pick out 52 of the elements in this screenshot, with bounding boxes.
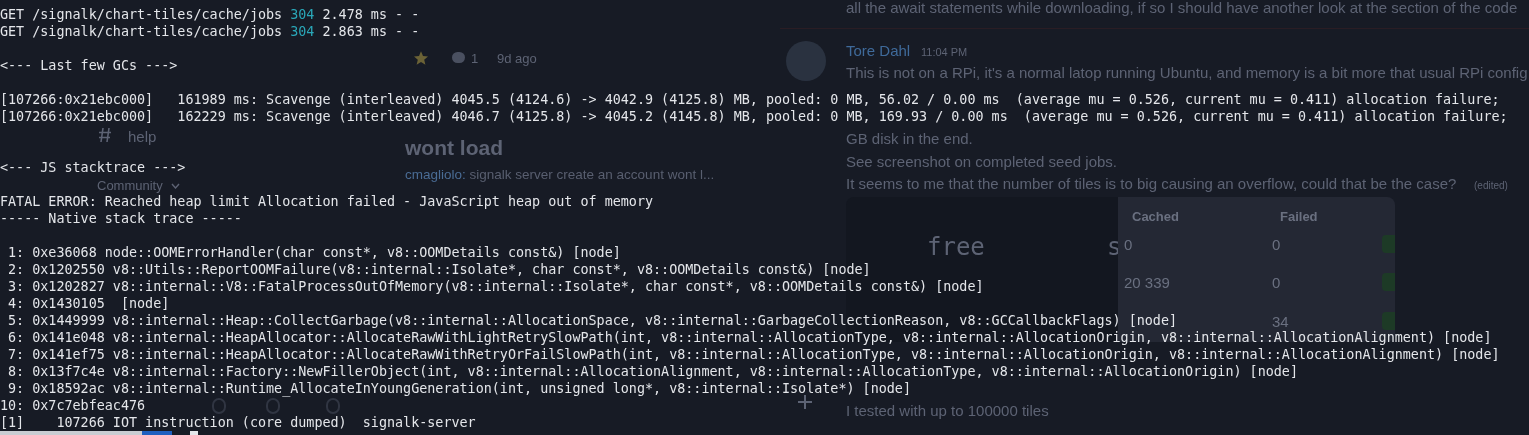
log-line: <--- JS stacktrace ---> xyxy=(0,158,186,176)
log-line: ----- Native stack trace ----- xyxy=(0,209,242,227)
table-cell-text: 0 xyxy=(1272,235,1281,255)
attachment-text: free xyxy=(927,232,985,263)
log-line: 3: 0x1202827 v8::internal::V8::FatalProcessOutOfMemory(v8::internal::Isolate*, char const*, v8::OOMDetails const&) [node] xyxy=(7,277,984,295)
category-label[interactable]: Community xyxy=(97,176,163,196)
log-line: 6: 0x141e048 v8::internal::HeapAllocator::AllocateRawWithLightRetrySlowPath(int, v8::internal::AllocationType, v8::internal::AllocationOrigin, v8::internal::AllocationAlignment) [node] xyxy=(7,328,1492,346)
log-line: GET /signalk/chart-tiles/cache/jobs 304 2.478 ms - - xyxy=(0,5,420,23)
channel-name[interactable]: help xyxy=(128,126,157,149)
log-line: 2: 0x1202550 v8::Utils::ReportOOMFailure(v8::internal::Isolate*, char const*, v8::OOMDetails const&) [node] xyxy=(7,260,871,278)
star-icon xyxy=(413,50,429,66)
message-text: all the await statements while downloading, if so I should have another look at the section of the code xyxy=(846,0,1518,18)
log-line: 10: 0x7c7ebfeac476 xyxy=(0,397,146,414)
add-icon[interactable] xyxy=(797,394,813,410)
table-cell-text: 0 xyxy=(1124,235,1133,255)
table-cell-text: 0 xyxy=(1272,273,1281,293)
log-line: GET /signalk/chart-tiles/cache/jobs 304 2.863 ms - - xyxy=(0,22,420,40)
hash-icon xyxy=(98,127,112,143)
post-title[interactable]: wont load xyxy=(405,132,503,164)
log-line: 5: 0x1449999 v8::internal::Heap::CollectGarbage(v8::internal::AllocationSpace, v8::internal::GarbageCollectionReason, v8::GCCallbackFlags) [node] xyxy=(7,311,1178,329)
column-header: Cached xyxy=(1132,208,1179,226)
username: Tore Dahl xyxy=(846,41,911,61)
edited-label: (edited) xyxy=(1474,179,1508,193)
cursor xyxy=(190,431,198,435)
timestamp: 11:04 PM xyxy=(921,45,968,60)
table-cell-text: 34 xyxy=(1272,312,1289,331)
message-text: GB disk in the end. xyxy=(846,129,973,149)
column-header: Failed xyxy=(1280,208,1318,226)
status-pill xyxy=(1382,273,1395,291)
log-line: 7: 0x141ef75 v8::internal::HeapAllocator::AllocateRawWithRetryOrFailSlowPath(int, v8::internal::AllocationType, v8::internal::AllocationOrigin, v8::internal::AllocationAlignment) [node] xyxy=(7,345,1500,363)
log-line: [107266:0x21ebc000] 161989 ms: Scavenge (interleaved) 4045.5 (4124.6) -> 4042.9 (4125.8) MB, pooled: 0 MB, 56.02 / 0.00 ms (average mu = 0.526, current mu = 0.411) allocation failure; xyxy=(0,90,1500,108)
comment-count: 1 xyxy=(471,50,479,68)
log-line: 4: 0x1430105 [node] xyxy=(7,294,170,312)
log-line: [1] 107266 IOT instruction (core dumped) signalk-server xyxy=(0,413,476,431)
log-line: 9: 0x18592ac v8::internal::Runtime_AllocateInYoungGeneration(int, unsigned long*, v8::internal::Isolate*) [node] xyxy=(7,379,911,397)
table-cell-text: 20 339 xyxy=(1124,273,1170,293)
message-text: See screenshot on completed seed jobs. xyxy=(846,152,1117,172)
message-text: It seems to me that the number of tiles is to big causing an overflow, could that be the case? xyxy=(846,174,1457,194)
post-preview: cmagliolo: signalk server create an account wont l... xyxy=(405,166,715,184)
comment-icon xyxy=(452,52,465,63)
log-line: [107266:0x21ebc000] 162229 ms: Scavenge (interleaved) 4046.7 (4125.8) -> 4045.2 (4145.8) MB, pooled: 0 MB, 169.93 / 0.00 ms (average mu = 0.526, current mu = 0.411) allocation failure; xyxy=(0,107,1508,125)
log-line: 1: 0xe36068 node::OOMErrorHandler(char const*, v8::OOMDetails const&) [node] xyxy=(7,243,621,261)
message-input[interactable]: I tested with up to 100000 tiles xyxy=(846,400,1049,423)
chevron-icon xyxy=(171,183,180,189)
avatar xyxy=(786,41,826,81)
log-line: <--- Last few GCs ---> xyxy=(0,56,178,74)
message-text: This is not on a RPi, it's a normal latop running Ubuntu, and memory is a bit more that usual RPi config xyxy=(846,63,1528,83)
status-pill xyxy=(1382,235,1395,253)
log-line: 8: 0x13f7c4e v8::internal::Factory::NewFillerObject(int, v8::internal::AllocationAlignment, v8::internal::AllocationType, v8::internal::AllocationOrigin) [node] xyxy=(7,362,1298,380)
post-age: 9d ago xyxy=(497,50,537,68)
log-line: FATAL ERROR: Reached heap limit Allocation failed - JavaScript heap out of memory xyxy=(0,193,653,210)
status-pill xyxy=(1382,312,1395,330)
